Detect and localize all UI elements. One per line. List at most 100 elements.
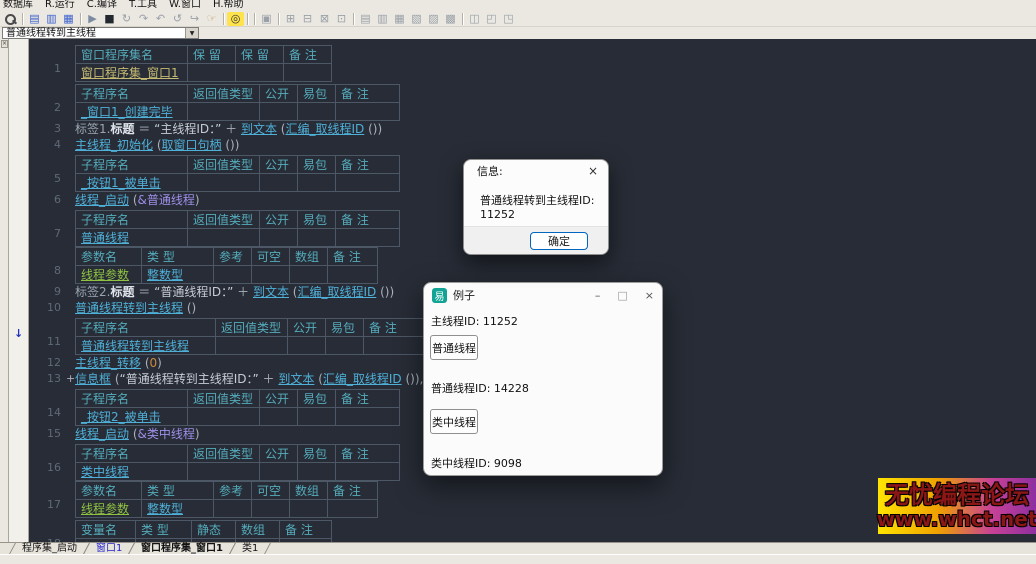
table-cell[interactable]: _窗口1_创建完毕 (76, 103, 188, 121)
table-cell[interactable] (188, 408, 260, 426)
bookmark-arrow-icon[interactable]: ↓ (14, 327, 23, 340)
chevron-down-icon[interactable]: ▼ (185, 28, 198, 38)
maximize-icon[interactable]: □ (617, 289, 627, 302)
menu-item[interactable]: C.编译 (87, 0, 117, 11)
table-cell[interactable] (298, 174, 336, 192)
table-cell[interactable]: 整数型 (142, 266, 214, 284)
table-cell[interactable]: 类1 (136, 539, 192, 543)
table-cell[interactable] (290, 266, 328, 284)
table-cell[interactable] (192, 539, 236, 543)
close-icon[interactable]: × (578, 164, 608, 178)
table-cell[interactable] (326, 337, 364, 355)
same-height-icon[interactable]: ▧ (408, 12, 425, 26)
normal-thread-button[interactable]: 普通线程 (430, 335, 478, 360)
table-cell[interactable] (280, 539, 332, 543)
table-cell[interactable] (188, 174, 260, 192)
run-to-cursor-icon[interactable]: ↪ (186, 12, 203, 26)
code-line[interactable]: 3标签1.标题 ＝ “主线程ID：” ＋ 到文本 (汇编_取线程ID ()) (29, 121, 1036, 137)
same-size-icon[interactable]: ▨ (425, 12, 442, 26)
table-cell[interactable] (328, 500, 378, 518)
panel-close-icon[interactable]: × (1, 40, 8, 48)
pause-icon[interactable]: ☞ (203, 12, 220, 26)
space-evenly-icon[interactable]: ▩ (442, 12, 459, 26)
code-line[interactable]: 4主线程_初始化 (取窗口句柄 ()) (29, 137, 1036, 153)
class-thread-button[interactable]: 类中线程 (430, 409, 478, 434)
table-cell[interactable]: 类中线程 (76, 463, 188, 481)
bottom-tab[interactable]: 类1 (229, 543, 271, 554)
find-icon[interactable]: ◎ (227, 12, 244, 26)
program-panel-icon[interactable]: ▤ (26, 12, 43, 26)
table-cell[interactable] (214, 266, 252, 284)
table-cell[interactable] (260, 463, 298, 481)
bottom-tab[interactable]: 窗口程序集_窗口1 (128, 543, 236, 554)
table-cell[interactable] (298, 103, 336, 121)
table-cell[interactable] (260, 103, 298, 121)
table-cell[interactable] (298, 229, 336, 247)
align-right-icon[interactable]: ⊟ (299, 12, 316, 26)
resource-panel-icon[interactable]: ▦ (60, 12, 77, 26)
menu-item[interactable]: R.运行 (45, 0, 75, 11)
table-cell[interactable] (252, 266, 290, 284)
bottom-tab[interactable]: 程序集_启动 (9, 543, 90, 554)
menu-item[interactable]: H.帮助 (213, 0, 244, 11)
stop-icon[interactable]: ■ (101, 12, 118, 26)
table-cell[interactable] (336, 174, 400, 192)
module-panel-icon[interactable]: ▥ (43, 12, 60, 26)
table-cell[interactable] (252, 500, 290, 518)
menu-item[interactable]: W.窗口 (169, 0, 201, 11)
table-cell[interactable] (188, 103, 260, 121)
table-cell[interactable] (260, 174, 298, 192)
table-cell[interactable]: 类1 (76, 539, 136, 543)
table-cell[interactable] (298, 408, 336, 426)
size-to-grid-icon[interactable]: ◳ (500, 12, 517, 26)
table-cell[interactable] (260, 229, 298, 247)
table-cell[interactable]: 线程参数 (76, 500, 142, 518)
restart-icon[interactable]: ↻ (118, 12, 135, 26)
table-cell[interactable]: 窗口程序集_窗口1 (76, 64, 188, 82)
table-cell[interactable] (336, 103, 400, 121)
minimize-icon[interactable]: – (595, 289, 601, 302)
table-cell[interactable] (284, 64, 332, 82)
step-out-icon[interactable]: ↺ (169, 12, 186, 26)
table-cell[interactable] (364, 337, 428, 355)
run-icon[interactable]: ▶ (84, 12, 101, 26)
table-cell[interactable]: 线程参数 (76, 266, 142, 284)
space-down-icon[interactable]: ◰ (483, 12, 500, 26)
align-top-icon[interactable]: ⊠ (316, 12, 333, 26)
space-across-icon[interactable]: ◫ (466, 12, 483, 26)
table-cell[interactable] (188, 463, 260, 481)
ok-button[interactable]: 确定 (530, 232, 588, 250)
table-cell[interactable] (188, 229, 260, 247)
step-into-icon[interactable]: ↷ (135, 12, 152, 26)
editor-gutter[interactable]: ↓ (9, 39, 29, 542)
table-cell[interactable] (336, 463, 400, 481)
table-cell[interactable] (298, 463, 336, 481)
table-cell[interactable] (260, 408, 298, 426)
table-cell[interactable] (336, 408, 400, 426)
table-cell[interactable] (216, 337, 288, 355)
same-width-icon[interactable]: ▦ (391, 12, 408, 26)
view-icon[interactable] (2, 12, 19, 26)
window-titlebar[interactable]: 易 例子 – □ × (424, 283, 662, 307)
table-cell[interactable]: _按钮1_被单击 (76, 174, 188, 192)
close-icon[interactable]: × (645, 289, 654, 302)
table-cell[interactable]: _按钮2_被单击 (76, 408, 188, 426)
center-vertical-icon[interactable]: ▥ (374, 12, 391, 26)
table-cell[interactable] (328, 266, 378, 284)
table-cell[interactable] (236, 64, 284, 82)
align-left-icon[interactable]: ⊞ (282, 12, 299, 26)
table-cell[interactable] (214, 500, 252, 518)
subroutine-combobox[interactable]: 普通线程转到主线程 ▼ (2, 27, 199, 39)
table-cell[interactable] (336, 229, 400, 247)
table-cell[interactable]: 普通线程 (76, 229, 188, 247)
table-cell[interactable]: 普通线程转到主线程 (76, 337, 216, 355)
table-cell[interactable] (290, 500, 328, 518)
menu-item[interactable]: 数据库 (3, 0, 33, 11)
center-horizontal-icon[interactable]: ▤ (357, 12, 374, 26)
table-cell[interactable]: 整数型 (142, 500, 214, 518)
table-cell[interactable] (188, 64, 236, 82)
table-cell[interactable] (236, 539, 280, 543)
form-grid-icon[interactable]: ▣ (258, 12, 275, 26)
menu-item[interactable]: T.工具 (129, 0, 157, 11)
align-bottom-icon[interactable]: ⊡ (333, 12, 350, 26)
